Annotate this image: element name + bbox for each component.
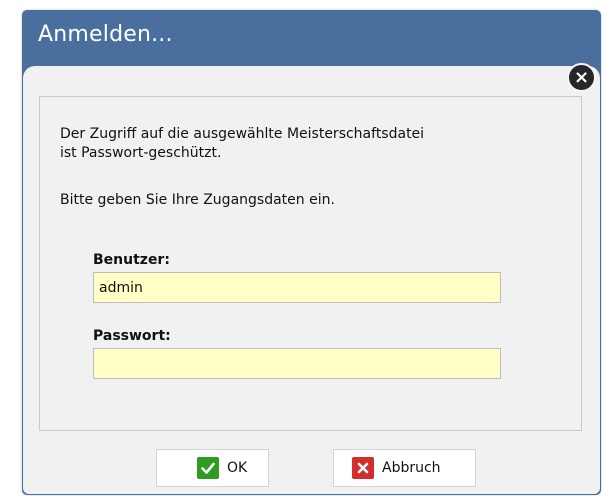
ok-button[interactable]: OK xyxy=(156,449,269,487)
instruction-message: Bitte geben Sie Ihre Zugangsdaten ein. xyxy=(60,192,335,208)
access-message: Der Zugriff auf die ausgewählte Meisters… xyxy=(60,125,560,163)
login-dialog-window: Anmelden... Der Zugriff auf die ausgewäh… xyxy=(22,10,601,495)
password-label: Passwort: xyxy=(93,328,171,344)
dialog-body: Der Zugriff auf die ausgewählte Meisters… xyxy=(23,66,600,494)
x-icon xyxy=(352,457,374,479)
close-icon[interactable]: × xyxy=(567,63,596,92)
access-message-line-2: ist Passwort-geschützt. xyxy=(60,145,222,161)
access-message-line-1: Der Zugriff auf die ausgewählte Meisters… xyxy=(60,126,425,142)
ok-button-label: OK xyxy=(227,460,248,476)
username-input[interactable] xyxy=(93,272,501,303)
password-input[interactable] xyxy=(93,348,501,379)
username-label: Benutzer: xyxy=(93,252,170,268)
cancel-button[interactable]: Abbruch xyxy=(333,449,476,487)
dialog-title: Anmelden... xyxy=(38,22,173,47)
checkmark-icon xyxy=(197,457,219,479)
cancel-button-label: Abbruch xyxy=(382,460,441,476)
content-panel: Der Zugriff auf die ausgewählte Meisters… xyxy=(39,96,582,431)
